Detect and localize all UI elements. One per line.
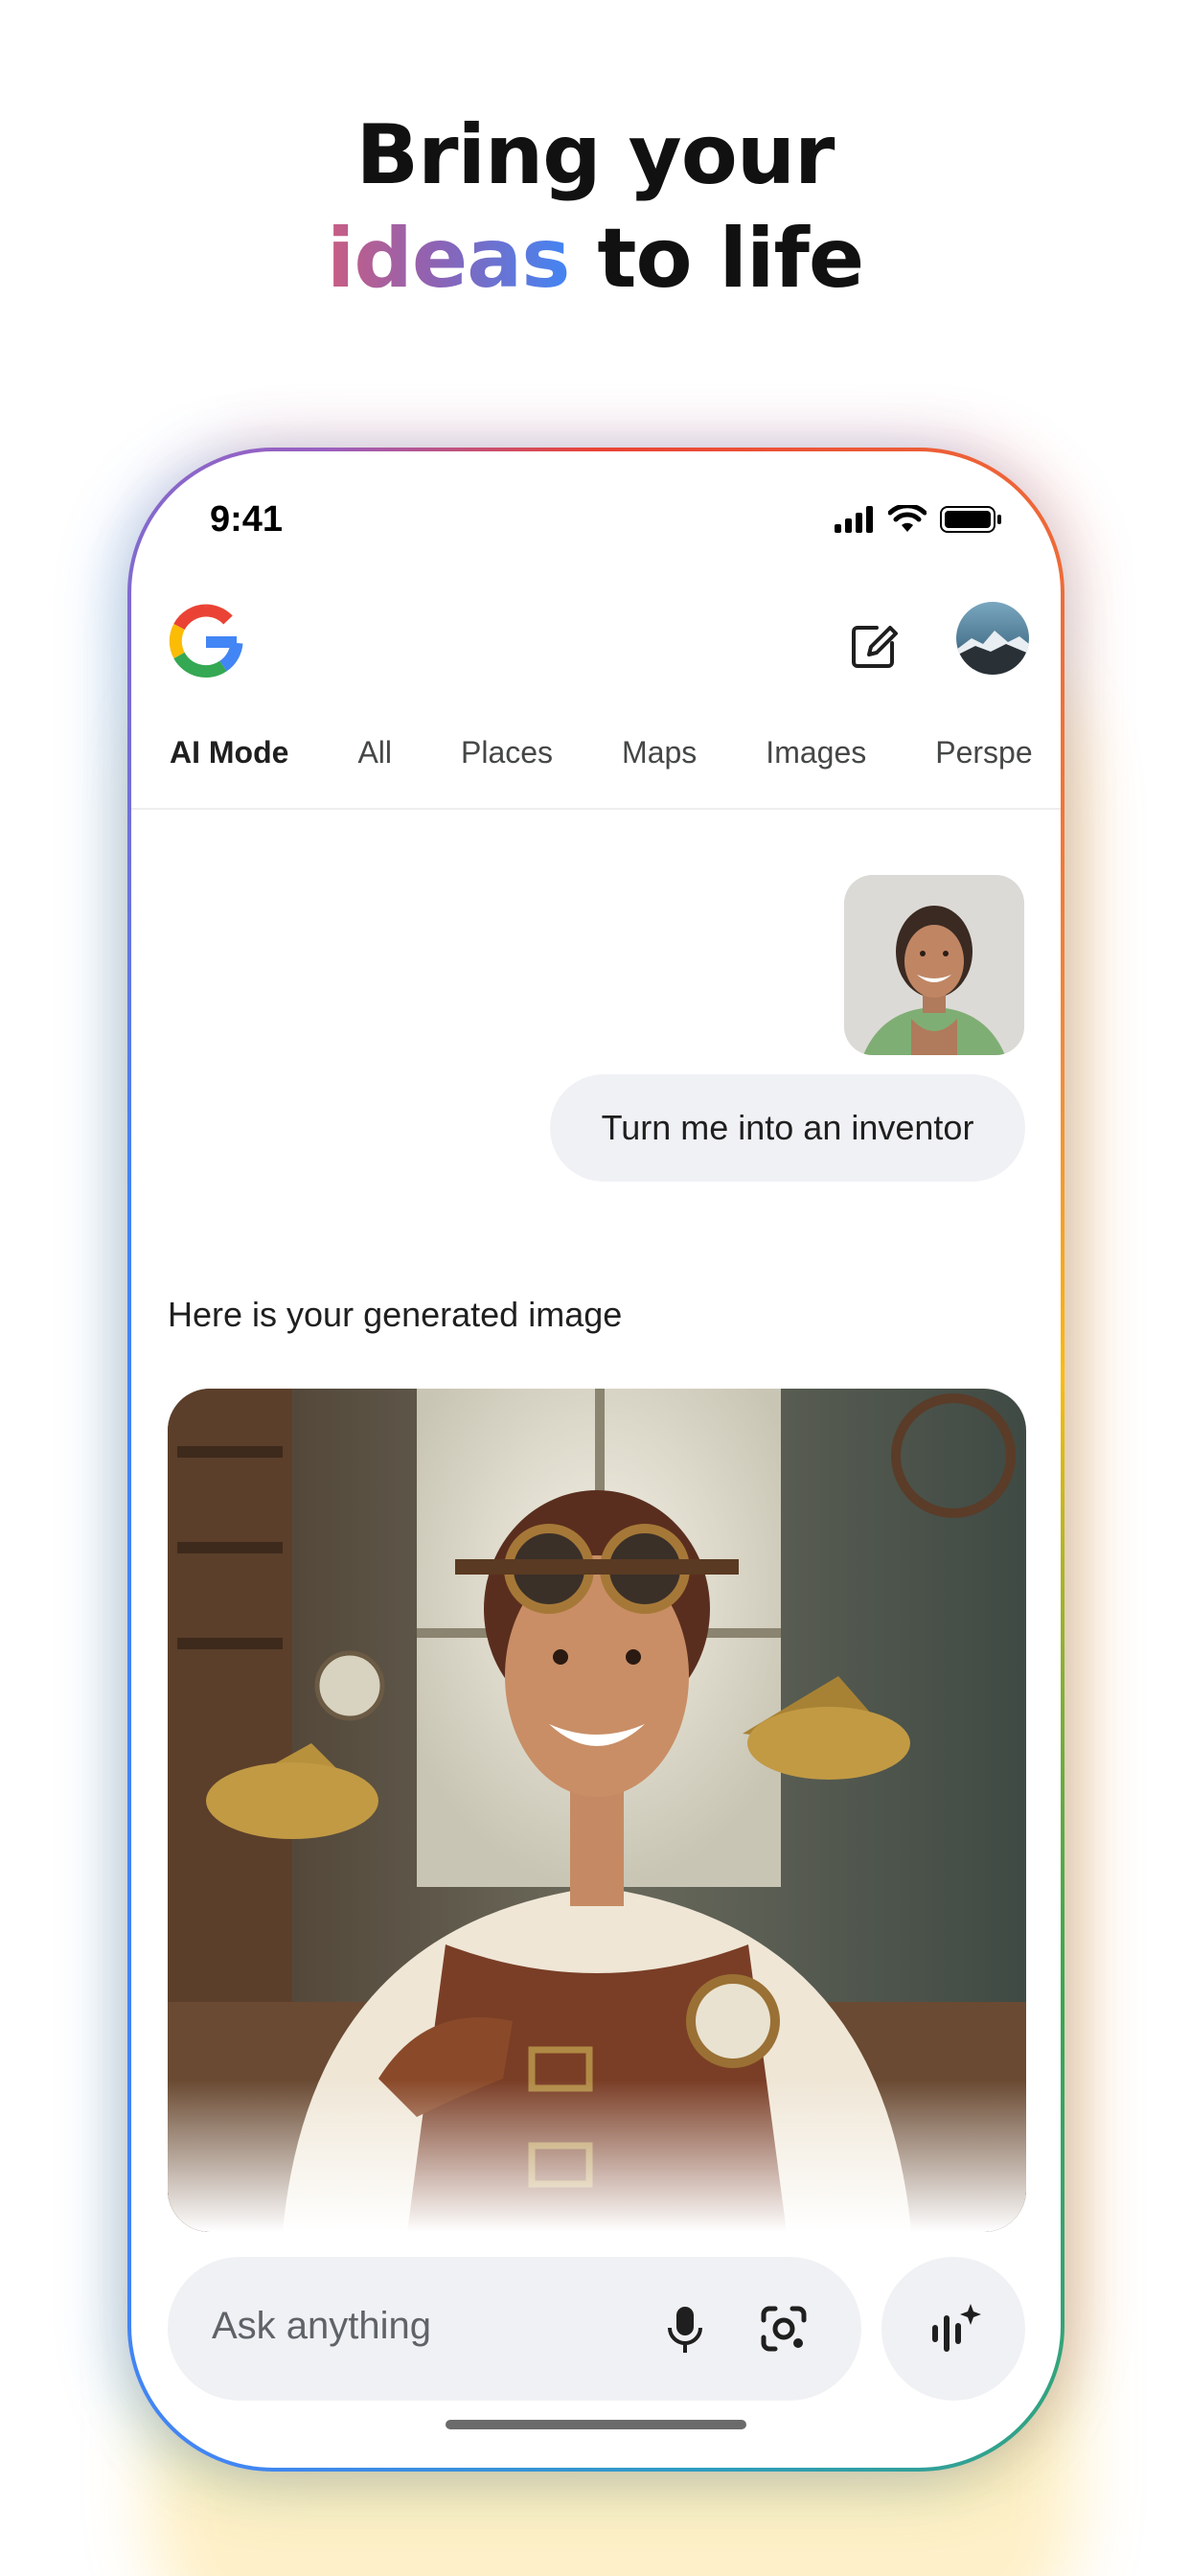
headline-line-2-rest: to life [569,211,864,307]
user-portrait-image [844,875,1024,1055]
mic-icon[interactable] [662,2303,708,2357]
tabs-divider [131,808,1061,810]
ask-input[interactable]: Ask anything [168,2257,861,2401]
tab-images[interactable]: Images [766,735,866,793]
headline-highlight: ideas [326,211,571,307]
home-indicator [446,2420,746,2429]
headline-line-2: ideas to life [0,207,1190,310]
tab-ai-mode[interactable]: AI Mode [170,735,288,793]
avatar-mountain-image [956,631,1029,675]
ask-input-placeholder: Ask anything [212,2305,432,2347]
edit-icon [852,626,898,668]
assistant-reply-text: Here is your generated image [168,1295,623,1334]
signal-icon [835,506,873,533]
battery-icon [940,506,1001,533]
tab-all[interactable]: All [357,735,392,793]
phone-screen: 9:41 AI Mode All Places Maps Images Pers… [131,451,1061,2468]
voice-sparkle-icon [932,2304,981,2352]
tab-places[interactable]: Places [461,735,553,793]
lens-icon[interactable] [758,2303,810,2355]
new-chat-button[interactable] [831,612,917,679]
avatar[interactable] [956,602,1029,675]
status-icons [835,505,1001,534]
wifi-icon [888,505,927,532]
headline: Bring your ideas to life [0,104,1190,310]
tab-perspectives[interactable]: Perspe [935,735,1032,793]
status-time: 9:41 [210,499,284,540]
user-message-text: Turn me into an inventor [601,1108,974,1147]
voice-mode-button[interactable] [881,2257,1025,2401]
generated-image[interactable] [168,1389,1026,2232]
headline-line-1: Bring your [355,107,835,203]
tab-maps[interactable]: Maps [622,735,697,793]
google-g-icon[interactable] [168,603,244,679]
status-bar: 9:41 [131,451,1061,595]
user-uploaded-photo[interactable] [844,875,1024,1055]
search-tabs: AI Mode All Places Maps Images Perspe [170,735,1061,793]
generated-inventor-image [168,1389,1026,2232]
user-message-bubble: Turn me into an inventor [550,1074,1025,1182]
